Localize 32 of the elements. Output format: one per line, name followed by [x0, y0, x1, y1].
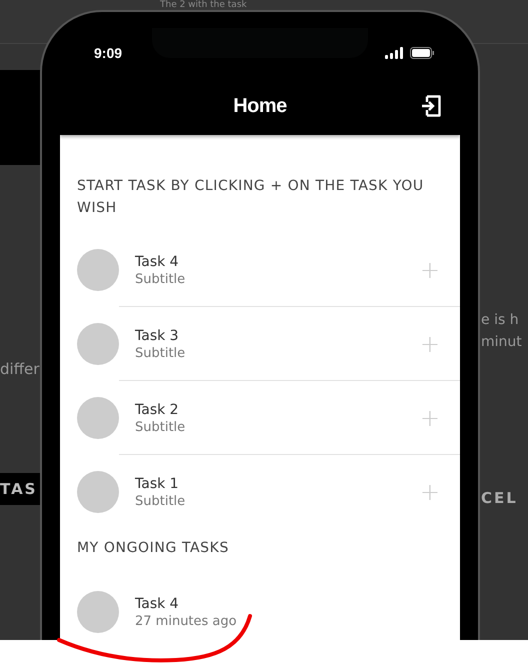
start-task-button[interactable]: + [416, 331, 444, 357]
task-subtitle: Subtitle [135, 272, 186, 286]
avatar-placeholder [77, 591, 119, 633]
start-task-button[interactable]: + [416, 257, 444, 283]
app-title: Home [233, 95, 287, 118]
task-title: Task 2 [135, 402, 179, 418]
task-title: Task 4 [135, 254, 179, 270]
start-task-button[interactable]: + [416, 405, 444, 431]
avatar-placeholder [77, 471, 119, 513]
avatar-placeholder [77, 397, 119, 439]
battery-icon [410, 47, 434, 59]
task-subtitle: Subtitle [135, 494, 186, 508]
page-button[interactable]: CEL [481, 487, 518, 509]
task-subtitle: Subtitle [135, 346, 186, 360]
page-button[interactable]: TAS [0, 473, 40, 505]
status-time: 9:09 [94, 45, 122, 61]
start-task-button[interactable]: + [416, 479, 444, 505]
section-heading: START TASK BY CLICKING + ON THE TASK YOU WISH [76, 177, 425, 218]
task-title: Task 4 [135, 596, 179, 612]
page-text: e is h [481, 312, 519, 328]
page-title: The 2 with the task [160, 0, 247, 10]
page-text: differ [0, 360, 40, 378]
task-subtitle: 27 minutes ago [135, 614, 237, 628]
page-text: minut [481, 334, 522, 350]
avatar-placeholder [77, 249, 119, 291]
task-subtitle: Subtitle [135, 420, 186, 434]
task-title: Task 3 [135, 328, 179, 344]
avatar-placeholder [77, 323, 119, 365]
task-title: Task 1 [135, 476, 179, 492]
logout-icon[interactable] [420, 95, 442, 117]
section-heading: MY ONGOING TASKS [76, 539, 230, 558]
signal-icon [385, 47, 403, 59]
